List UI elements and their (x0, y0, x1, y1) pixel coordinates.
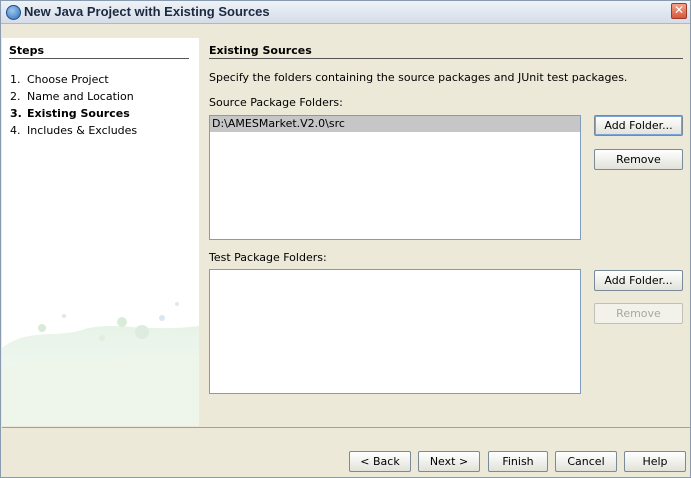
test-remove-button[interactable]: Remove (594, 303, 683, 324)
step-label: Includes & Excludes (27, 124, 138, 137)
step-number: 2. (10, 90, 21, 103)
finish-button[interactable]: Finish (488, 451, 548, 472)
step-name-and-location: 2. Name and Location (10, 90, 134, 103)
step-number: 1. (10, 73, 21, 86)
wizard-decoration (2, 302, 199, 426)
test-folders-list[interactable] (209, 269, 581, 394)
source-folders-label: Source Package Folders: (209, 96, 343, 109)
step-label: Name and Location (27, 90, 134, 103)
step-existing-sources: 3. Existing Sources (10, 107, 130, 120)
steps-panel: Steps 1. Choose Project 2. Name and Locati… (2, 38, 199, 426)
step-number: 4. (10, 124, 21, 137)
test-folders-label: Test Package Folders: (209, 251, 327, 264)
test-add-folder-button[interactable]: Add Folder... (594, 270, 683, 291)
existing-sources-panel: Existing Sources Specify the folders con… (199, 38, 690, 426)
panel-divider (209, 58, 683, 59)
back-button[interactable]: < Back (349, 451, 411, 472)
panel-title: Existing Sources (209, 44, 312, 57)
footer-divider (2, 427, 691, 428)
source-remove-button[interactable]: Remove (594, 149, 683, 170)
title-bar[interactable]: New Java Project with Existing Sources ✕ (1, 1, 690, 24)
source-folders-list[interactable]: D:\AMESMarket.V2.0\src (209, 115, 581, 240)
step-label: Existing Sources (27, 107, 130, 120)
panel-description: Specify the folders containing the sourc… (209, 71, 628, 84)
wizard-window: New Java Project with Existing Sources ✕… (0, 0, 691, 478)
next-button[interactable]: Next > (418, 451, 480, 472)
list-item[interactable]: D:\AMESMarket.V2.0\src (210, 116, 580, 132)
steps-title: Steps (9, 44, 45, 57)
step-label: Choose Project (27, 73, 109, 86)
steps-divider (9, 58, 189, 59)
window-title: New Java Project with Existing Sources (24, 4, 270, 19)
help-button[interactable]: Help (624, 451, 686, 472)
step-includes-excludes: 4. Includes & Excludes (10, 124, 137, 137)
step-number: 3. (10, 107, 22, 120)
close-icon[interactable]: ✕ (671, 3, 687, 19)
step-choose-project: 1. Choose Project (10, 73, 109, 86)
java-project-icon (6, 5, 21, 20)
source-add-folder-button[interactable]: Add Folder... (594, 115, 683, 136)
cancel-button[interactable]: Cancel (555, 451, 617, 472)
